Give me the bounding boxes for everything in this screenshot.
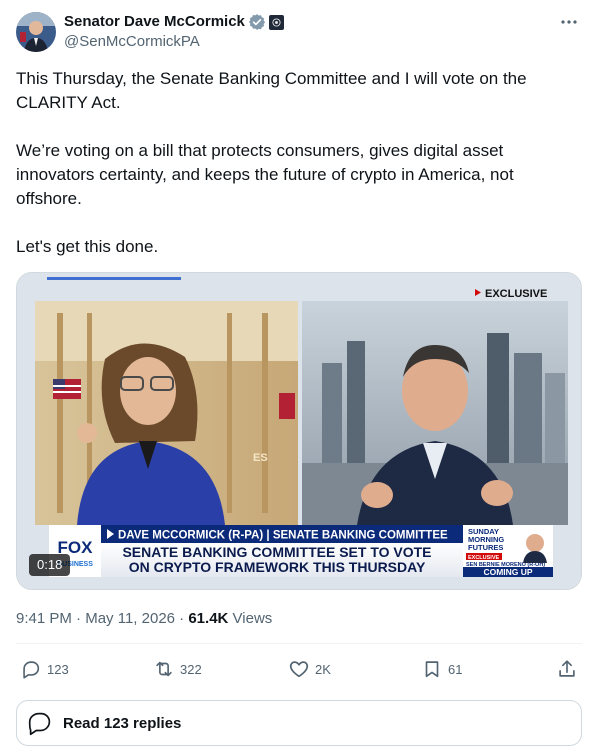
heart-icon xyxy=(289,661,309,678)
tweet-meta: 9:41 PM · May 11, 2026 · 61.4K Views xyxy=(16,609,272,629)
tweet-paragraph: Let's get this done. xyxy=(16,237,159,256)
repost-button[interactable]: 322 xyxy=(153,656,202,682)
like-button[interactable]: 2K xyxy=(288,656,331,682)
promo-show-3: FUTURES xyxy=(468,543,503,552)
reply-icon xyxy=(23,661,40,679)
reply-count: 123 xyxy=(47,661,69,677)
views-label: Views xyxy=(232,610,273,627)
tweet-text: This Thursday, the Senate Banking Commit… xyxy=(16,67,582,259)
promo-exclusive: EXCLUSIVE xyxy=(468,555,500,561)
bookmark-count: 61 xyxy=(448,661,463,677)
verified-badge-icon[interactable] xyxy=(248,13,266,31)
repost-icon xyxy=(156,661,172,677)
share-icon xyxy=(559,660,575,677)
like-count: 2K xyxy=(315,661,331,677)
meta-separator: · xyxy=(76,610,82,627)
author-display-name[interactable]: Senator Dave McCormick xyxy=(64,13,245,31)
timestamp-time[interactable]: 9:41 PM xyxy=(16,610,72,627)
exclusive-tag: EXCLUSIVE xyxy=(485,288,547,300)
backdrop-text: ES xyxy=(253,452,268,464)
tweet-paragraph: This Thursday, the Senate Banking Commit… xyxy=(16,69,527,112)
tweet-paragraph: We’re voting on a bill that protects con… xyxy=(16,141,514,208)
more-options-icon[interactable] xyxy=(556,12,582,32)
divider xyxy=(16,643,582,644)
author-handle[interactable]: @SenMcCormickPA xyxy=(64,32,284,52)
bookmark-icon xyxy=(425,661,439,678)
repost-count: 322 xyxy=(180,661,202,677)
views-count: 61.4K xyxy=(188,610,229,627)
video-frame: ES EXCLUSIVE DAVE MCCORMICK (R-PA) | SEN… xyxy=(17,273,581,589)
name-row: Senator Dave McCormick xyxy=(64,13,284,31)
reply-button[interactable]: 123 xyxy=(20,656,69,682)
promo-coming-up: COMING UP xyxy=(483,567,532,577)
read-replies-button[interactable]: Read 123 replies xyxy=(16,700,582,746)
timestamp-date[interactable]: May 11, 2026 xyxy=(85,610,175,627)
video-duration: 0:18 xyxy=(29,554,71,576)
lower-third-top: DAVE MCCORMICK (R-PA) | SENATE BANKING C… xyxy=(118,530,448,542)
tweet-header: Senator Dave McCormick @SenMcCormickPA xyxy=(16,12,582,54)
meta-separator: · xyxy=(179,610,185,627)
headline-line-2: ON CRYPTO FRAMEWORK THIS THURSDAY xyxy=(129,559,426,575)
author-block: Senator Dave McCormick @SenMcCormickPA xyxy=(64,13,284,52)
bookmark-button[interactable]: 61 xyxy=(421,656,462,682)
read-replies-label: Read 123 replies xyxy=(63,714,182,732)
senate-seal-icon[interactable] xyxy=(268,14,284,30)
share-button[interactable] xyxy=(556,656,578,682)
avatar[interactable] xyxy=(16,12,56,52)
video-player[interactable]: ES EXCLUSIVE DAVE MCCORMICK (R-PA) | SEN… xyxy=(16,272,582,590)
headline-line-1: SENATE BANKING COMMITTEE SET TO VOTE xyxy=(122,544,431,560)
reply-bubble-icon xyxy=(28,712,51,736)
action-bar: 123 322 2K 61 xyxy=(16,656,582,682)
